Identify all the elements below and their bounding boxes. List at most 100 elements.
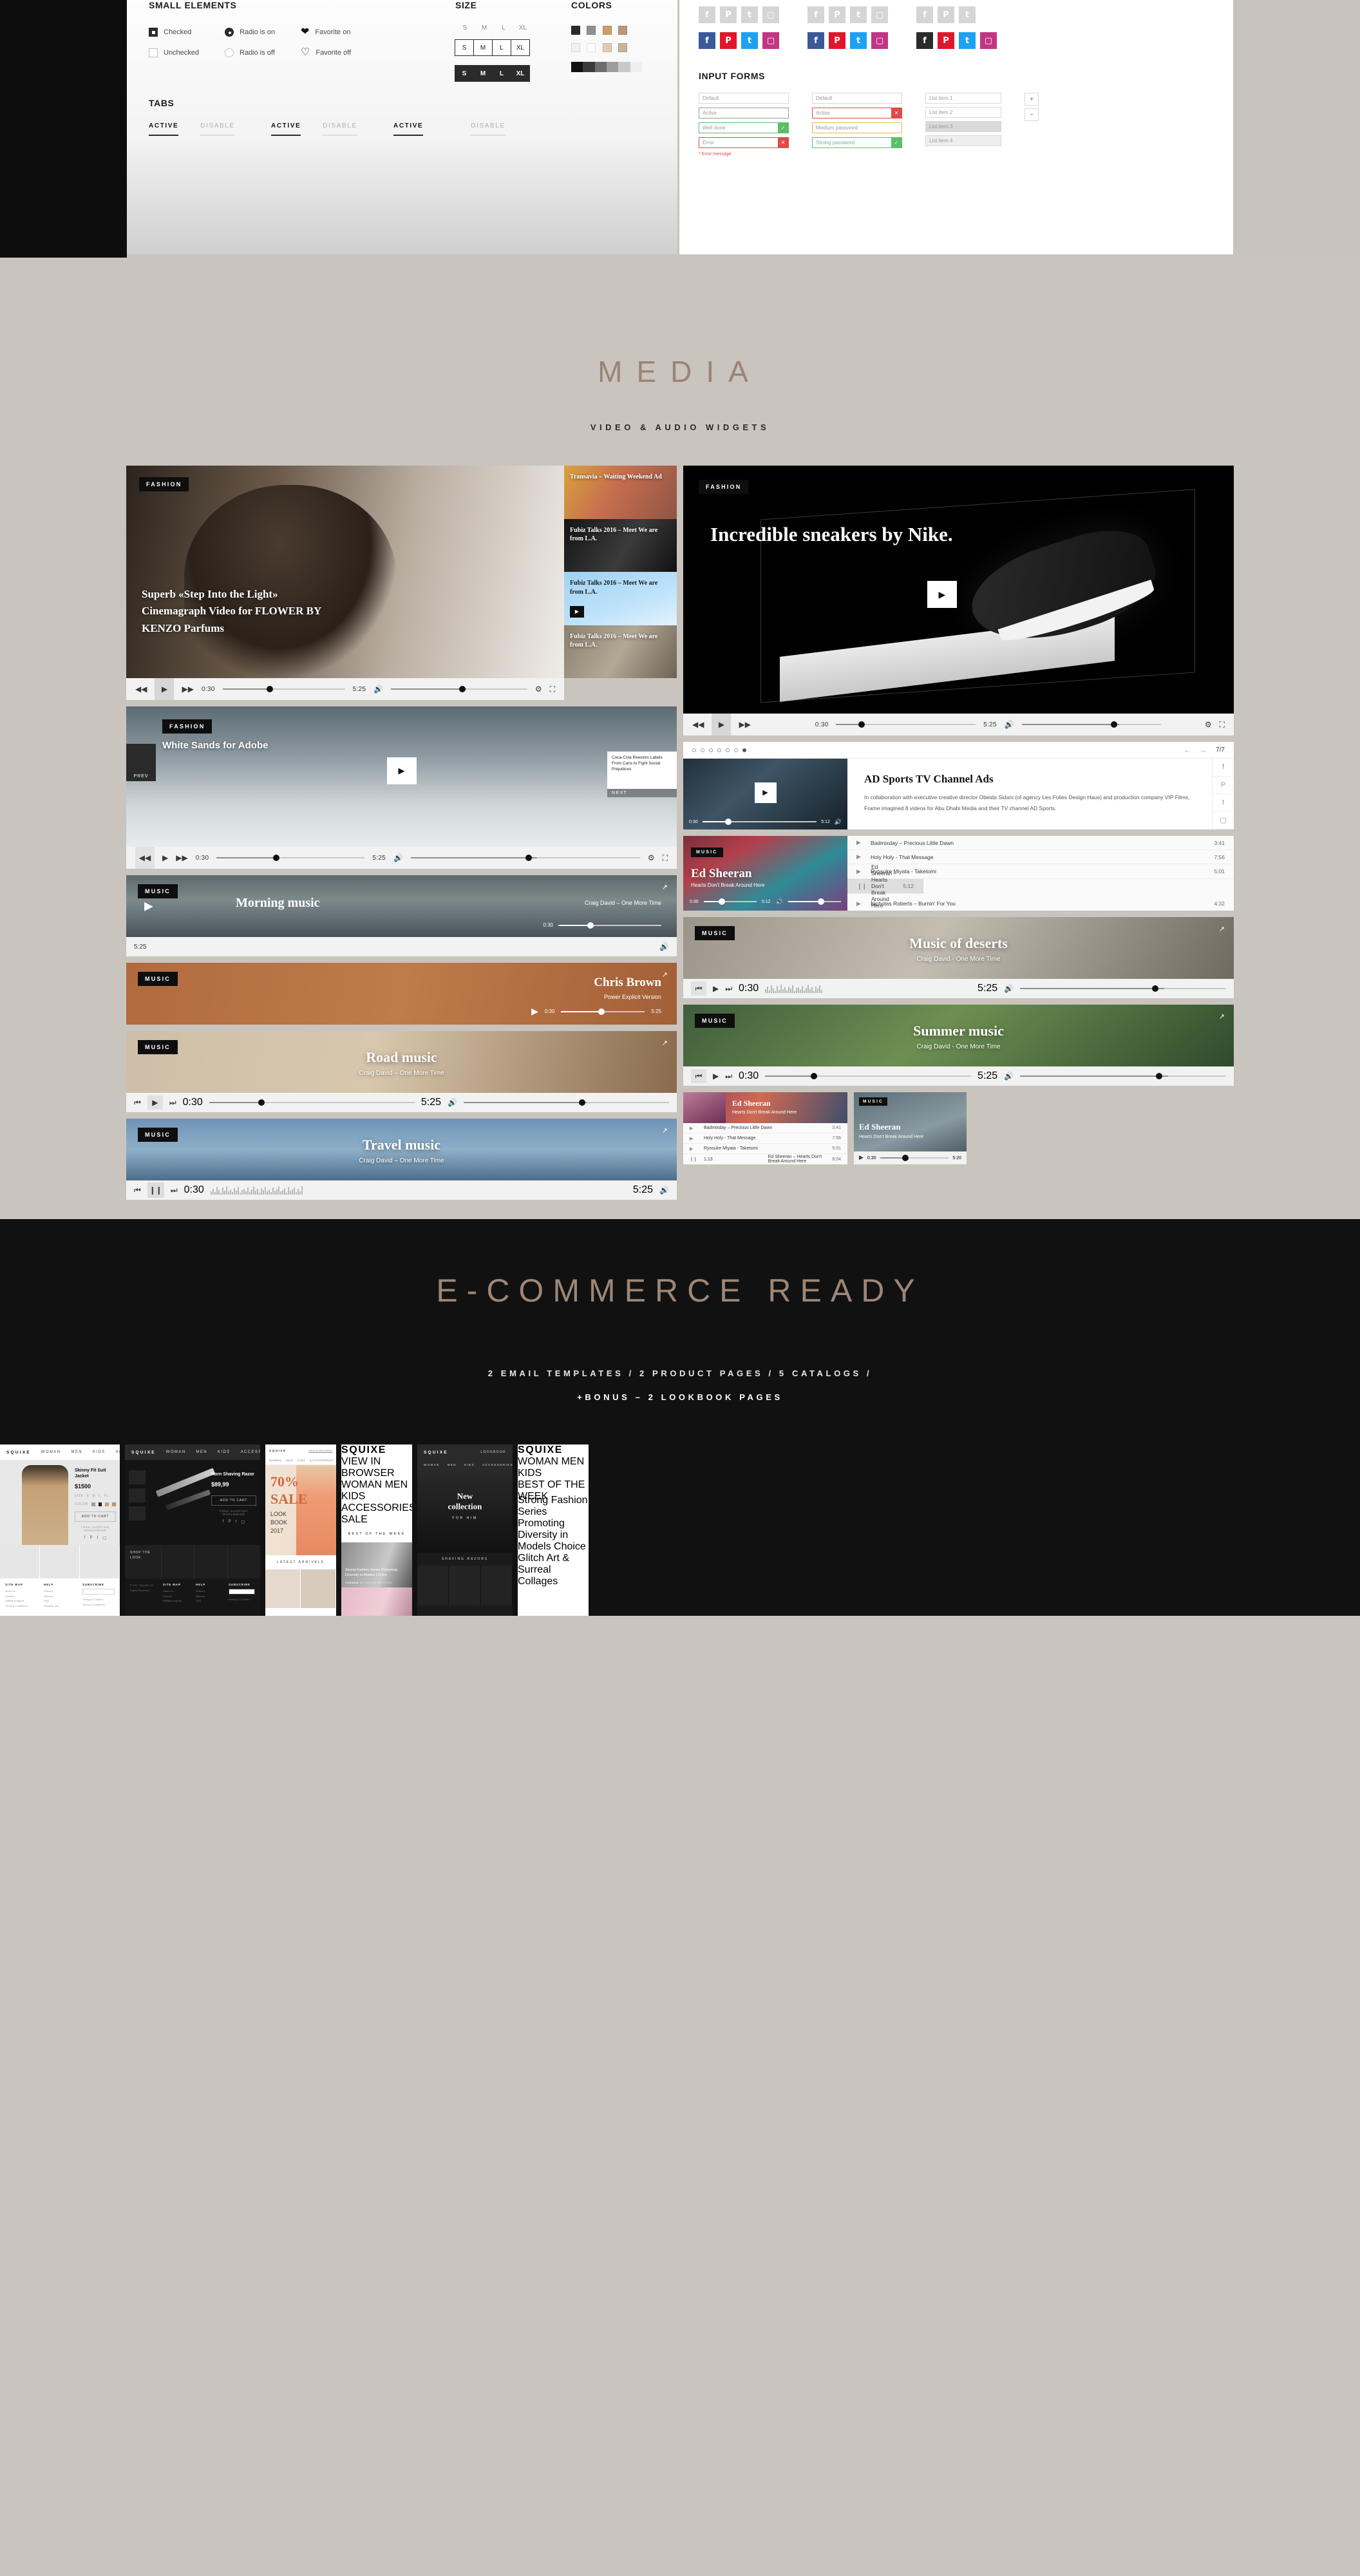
view-in-browser-link[interactable]: VIEW IN BROWSER: [341, 1456, 395, 1479]
heart-filled-icon[interactable]: ❤: [301, 27, 309, 37]
playlist-item[interactable]: Fubiz Talks 2016 – Meet We are from L.A.: [564, 625, 677, 678]
volume-icon[interactable]: 🔊: [393, 853, 403, 862]
next-video-card[interactable]: Coca-Cola Reworks Labels From Cans to Fi…: [607, 752, 677, 789]
nav-sale[interactable]: SALE: [341, 1514, 368, 1525]
size-m[interactable]: M: [92, 1494, 95, 1498]
radio-on-row[interactable]: Radio is on: [225, 28, 301, 37]
play-icon[interactable]: ▶: [713, 1072, 719, 1081]
play-icon[interactable]: ▶: [690, 1126, 697, 1131]
input-weak[interactable]: Active ✕: [812, 108, 902, 118]
progress-slider[interactable]: [561, 1008, 645, 1015]
twitter-icon-3[interactable]: t: [959, 32, 976, 49]
nav-kids[interactable]: KIDS: [464, 1463, 475, 1466]
play-icon[interactable]: ▶: [856, 868, 864, 875]
ad-video-thumbnail[interactable]: ▶ 0:30 5:12 🔊: [683, 759, 847, 829]
select-item-1[interactable]: List item 1: [925, 93, 1001, 104]
related-product[interactable]: [40, 1545, 80, 1578]
share-icon[interactable]: ↗: [1219, 925, 1225, 933]
input-success[interactable]: Well done ✓: [699, 122, 789, 133]
radio-off-icon[interactable]: [225, 48, 234, 57]
nav-woman[interactable]: WOMAN: [166, 1450, 186, 1454]
input-strong[interactable]: Strong password ✓: [812, 137, 902, 148]
footer-link[interactable]: About us: [163, 1589, 189, 1594]
radio-on-icon[interactable]: [225, 28, 234, 37]
nav-men[interactable]: MEN: [286, 1459, 293, 1462]
color-swatch-white[interactable]: [587, 43, 596, 52]
next-icon[interactable]: ⏭: [725, 984, 732, 994]
nav-kids[interactable]: KIDS: [518, 1468, 542, 1479]
tab-active-2[interactable]: ACTIVE: [271, 122, 301, 136]
color-swatch[interactable]: [112, 1502, 116, 1507]
forward-icon[interactable]: ▶▶: [182, 685, 193, 694]
color-swatch-sand[interactable]: [618, 43, 628, 52]
color-swatch-tan[interactable]: [602, 26, 612, 35]
facebook-icon-plain-2[interactable]: f: [808, 6, 824, 23]
video-stage-nike[interactable]: FASHION Incredible sneakers by Nike. ▶: [683, 466, 1234, 714]
product-thumbnails[interactable]: [129, 1470, 146, 1524]
track-row[interactable]: ▶ Ryosuke Miyata - Taketomi 5:01: [847, 864, 1234, 879]
share-icon[interactable]: ↗: [662, 1126, 668, 1135]
catalog-product[interactable]: [417, 1566, 449, 1605]
volume-icon[interactable]: 🔊: [1004, 984, 1014, 993]
nav-woman[interactable]: WOMAN: [341, 1479, 382, 1490]
volume-slider[interactable]: [411, 855, 640, 861]
volume-slider[interactable]: [391, 686, 527, 692]
volume-icon[interactable]: 🔊: [659, 1186, 669, 1195]
product-image[interactable]: [22, 1465, 68, 1545]
waveform[interactable]: [210, 1186, 627, 1195]
volume-icon[interactable]: 🔊: [1004, 1072, 1014, 1081]
twitter-icon[interactable]: t: [97, 1536, 99, 1540]
footer-link[interactable]: Privacy & Cookies: [229, 1597, 255, 1602]
nav-woman[interactable]: WOMAN: [269, 1459, 281, 1462]
stepper-plus[interactable]: +: [1025, 93, 1039, 106]
track-row[interactable]: ▶ Nicholas Roberts – Burnin' For You 4:3…: [847, 897, 1234, 911]
favorite-off-row[interactable]: ♡ Favorite off: [301, 48, 384, 58]
email-product-card[interactable]: [301, 1569, 336, 1608]
color-swatch-grey[interactable]: [587, 26, 596, 35]
waveform[interactable]: [765, 984, 971, 993]
checkbox-checked-icon[interactable]: [149, 28, 158, 37]
email-product-card[interactable]: [265, 1569, 301, 1608]
volume-icon[interactable]: 🔊: [776, 898, 783, 905]
progress-slider[interactable]: [836, 721, 976, 728]
dot[interactable]: [692, 748, 696, 752]
tab-active-3[interactable]: ACTIVE: [393, 122, 424, 136]
forward-icon[interactable]: ▶▶: [739, 720, 750, 729]
play-icon[interactable]: ▶: [856, 853, 864, 860]
prev-button[interactable]: ⏮: [691, 1069, 706, 1083]
dot[interactable]: [726, 748, 730, 752]
volume-icon[interactable]: 🔊: [835, 819, 842, 826]
footer-link[interactable]: Terms & Conditions: [82, 1602, 115, 1607]
twitter-icon[interactable]: t: [236, 1520, 237, 1524]
video-stage-whitesands[interactable]: FASHION White Sands for Adobe ▶ PREV Coc…: [126, 706, 677, 847]
next-icon[interactable]: ⏭: [171, 1186, 178, 1195]
instagram-icon[interactable]: ▢: [241, 1520, 245, 1524]
view-in-browser-link[interactable]: VIEW IN BROWSER: [308, 1449, 332, 1452]
look-product[interactable]: [194, 1545, 227, 1578]
input-default[interactable]: Default: [699, 93, 789, 104]
input-default-2[interactable]: Default: [812, 93, 902, 104]
color-swatch-row-1[interactable]: [571, 26, 642, 38]
brand-logo[interactable]: SQUIXE: [269, 1449, 287, 1452]
size-cell-l[interactable]: L: [492, 39, 511, 56]
fullscreen-icon[interactable]: ⛶: [663, 853, 668, 863]
play-button[interactable]: ▶: [712, 714, 732, 735]
volume-icon[interactable]: 🔊: [373, 685, 383, 694]
facebook-icon[interactable]: f: [1213, 759, 1234, 777]
progress-slider[interactable]: [209, 1099, 415, 1106]
select-item-2[interactable]: List item 2: [925, 107, 1001, 118]
footer-link[interactable]: Delivery: [44, 1589, 76, 1594]
play-icon[interactable]: ▶: [690, 1146, 697, 1151]
prev-button[interactable]: PREV: [126, 744, 156, 781]
select-item-4[interactable]: List item 4: [925, 135, 1001, 146]
input-medium[interactable]: Medium password: [812, 122, 902, 133]
color-swatch-beige[interactable]: [618, 26, 628, 35]
favorite-on-row[interactable]: ❤ Favorite on: [301, 27, 384, 37]
size-cell-s[interactable]: S: [455, 39, 474, 56]
play-icon[interactable]: ▶: [713, 984, 719, 993]
gear-icon[interactable]: ⚙: [1205, 720, 1212, 729]
size-xl[interactable]: XL: [104, 1494, 109, 1498]
size-selector-dark[interactable]: S M L XL: [455, 65, 533, 82]
track-row[interactable]: ▶ Holy Holy - That Message 7:56: [683, 1133, 847, 1144]
gear-icon[interactable]: ⚙: [648, 853, 655, 862]
